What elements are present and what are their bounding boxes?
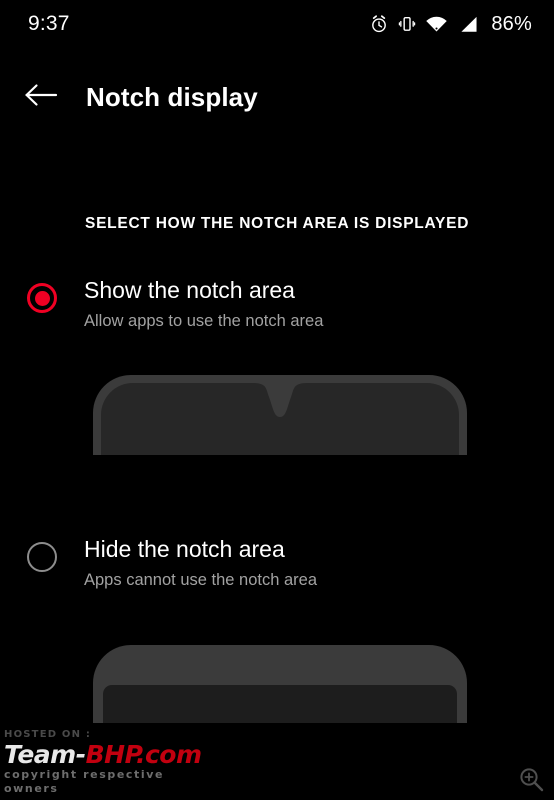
wifi-icon [425, 15, 448, 34]
radio-button-hide-notch[interactable] [27, 542, 57, 572]
watermark-copyright: copyright respective owners [4, 768, 165, 795]
radio-button-show-notch[interactable] [27, 283, 57, 313]
alarm-icon [369, 14, 389, 34]
app-bar: Notch display [0, 62, 554, 132]
preview-phone-with-notch [85, 367, 475, 457]
section-header: SELECT HOW THE NOTCH AREA IS DISPLAYED [85, 215, 470, 232]
option-show-title: Show the notch area [84, 277, 295, 303]
zoom-in-icon [516, 768, 546, 798]
radio-wrap-show[interactable] [0, 275, 84, 313]
vibrate-icon [398, 14, 416, 34]
zoom-in-button[interactable] [516, 764, 546, 794]
watermark: HOSTED ON : Team-BHP.com copyright respe… [4, 729, 204, 796]
radio-wrap-hide[interactable] [0, 534, 84, 572]
status-bar-clock: 9:37 [28, 12, 70, 35]
option-show-notch-area[interactable]: Show the notch area Allow apps to use th… [0, 275, 554, 333]
page-title: Notch display [86, 81, 258, 112]
status-bar-icons: 86% [369, 13, 532, 36]
option-hide-title: Hide the notch area [84, 536, 285, 562]
option-hide-text: Hide the notch area Apps cannot use the … [84, 534, 317, 592]
option-hide-notch-area[interactable]: Hide the notch area Apps cannot use the … [0, 534, 554, 592]
option-hide-subtitle: Apps cannot use the notch area [84, 571, 317, 589]
watermark-brand-second: BHP.com [85, 740, 202, 769]
preview-phone-notch-hidden [85, 637, 475, 725]
cellular-signal-icon [457, 15, 478, 34]
watermark-brand: Team-BHP.com [4, 741, 204, 768]
status-bar: 9:37 86% [0, 0, 554, 48]
battery-percentage: 86% [491, 12, 532, 35]
option-show-subtitle: Allow apps to use the notch area [84, 312, 324, 330]
back-arrow-icon [24, 82, 58, 113]
watermark-brand-first: Team- [4, 740, 86, 769]
option-show-text: Show the notch area Allow apps to use th… [84, 275, 323, 333]
back-button[interactable] [8, 64, 74, 130]
